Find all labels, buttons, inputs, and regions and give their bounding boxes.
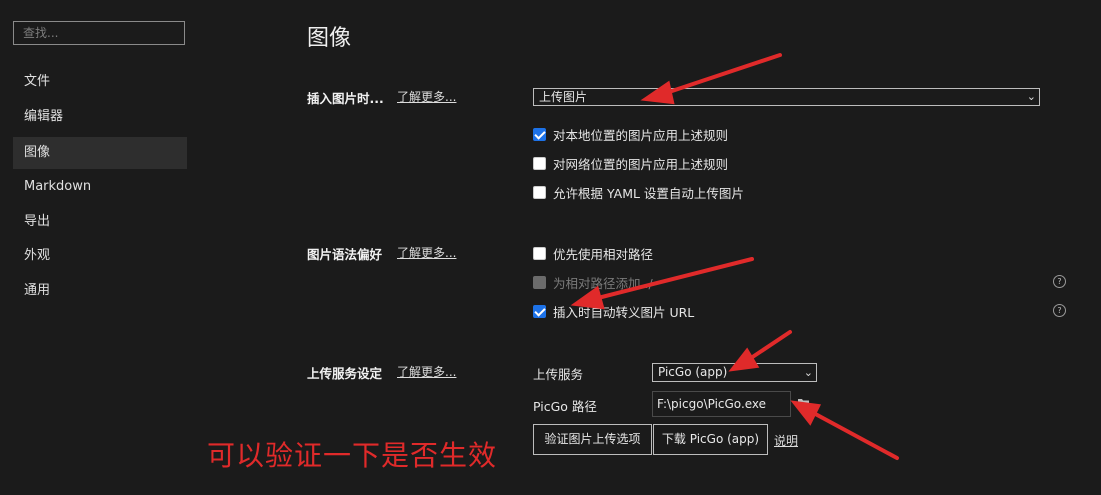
verify-upload-button[interactable]: 验证图片上传选项 xyxy=(533,424,652,455)
insert-image-label: 插入图片时... xyxy=(307,91,384,106)
upload-service-select[interactable]: PicGo (app) ⌄ xyxy=(652,363,817,382)
learn-more-link-insert[interactable]: 了解更多... xyxy=(397,88,456,105)
picgo-path-label: PicGo 路径 xyxy=(533,399,597,414)
annotation-arrow xyxy=(743,330,792,364)
help-icon[interactable]: ? xyxy=(1053,275,1066,288)
option-escape-url: 插入时自动转义图片 URL xyxy=(533,302,694,320)
sidebar-item-export[interactable]: 导出 xyxy=(13,206,187,238)
chevron-down-icon: ⌄ xyxy=(803,366,813,379)
annotation-arrow xyxy=(806,408,899,460)
option-relative-path: 优先使用相对路径 xyxy=(533,244,653,262)
option-relative-path-label: 优先使用相对路径 xyxy=(553,246,654,262)
sidebar-item-appearance[interactable]: 外观 xyxy=(13,240,187,272)
help-icon[interactable]: ? xyxy=(1053,304,1066,317)
download-picgo-button[interactable]: 下载 PicGo (app) xyxy=(653,424,768,455)
search-input[interactable] xyxy=(13,21,185,45)
sidebar-item-markdown[interactable]: Markdown xyxy=(13,171,187,203)
chevron-down-icon: ⌄ xyxy=(1026,90,1036,103)
checkbox-dot-slash xyxy=(533,275,546,289)
upload-service-value: PicGo (app) xyxy=(658,365,728,379)
option-dot-slash: 为相对路径添加 ./ xyxy=(533,273,653,291)
checkbox-local-images[interactable] xyxy=(533,127,546,141)
option-local-images: 对本地位置的图片应用上述规则 xyxy=(533,125,728,143)
option-local-images-label: 对本地位置的图片应用上述规则 xyxy=(553,127,729,143)
insert-action-value: 上传图片 xyxy=(539,90,588,104)
upload-service-label: 上传服务 xyxy=(533,367,584,382)
folder-icon[interactable] xyxy=(797,397,810,409)
upload-service-section-label: 上传服务设定 xyxy=(307,366,383,381)
learn-more-link-upload[interactable]: 了解更多... xyxy=(397,363,456,380)
option-dot-slash-label: 为相对路径添加 ./ xyxy=(553,275,653,291)
page-title: 图像 xyxy=(307,26,352,51)
learn-more-link-syntax[interactable]: 了解更多... xyxy=(397,244,456,261)
insert-action-select[interactable]: 上传图片 ⌄ xyxy=(533,88,1040,106)
checkbox-relative-path[interactable] xyxy=(533,246,546,260)
sidebar-item-general[interactable]: 通用 xyxy=(13,275,187,307)
option-network-images-label: 对网络位置的图片应用上述规则 xyxy=(553,156,729,172)
option-escape-url-label: 插入时自动转义图片 URL xyxy=(553,304,695,320)
option-network-images: 对网络位置的图片应用上述规则 xyxy=(533,154,728,172)
explain-link[interactable]: 说明 xyxy=(774,432,798,449)
checkbox-yaml-upload[interactable] xyxy=(533,185,546,199)
picgo-path-input[interactable] xyxy=(652,391,791,417)
option-yaml-upload: 允许根据 YAML 设置自动上传图片 xyxy=(533,183,744,201)
checkbox-network-images[interactable] xyxy=(533,156,546,170)
option-yaml-upload-label: 允许根据 YAML 设置自动上传图片 xyxy=(553,185,744,201)
sidebar-item-file[interactable]: 文件 xyxy=(13,66,187,98)
sidebar-item-editor[interactable]: 编辑器 xyxy=(13,101,187,133)
sidebar-item-image[interactable]: 图像 xyxy=(13,137,187,169)
syntax-preference-label: 图片语法偏好 xyxy=(307,247,383,262)
annotation-text: 可以验证一下是否生效 xyxy=(207,439,498,472)
checkbox-escape-url[interactable] xyxy=(533,304,546,318)
